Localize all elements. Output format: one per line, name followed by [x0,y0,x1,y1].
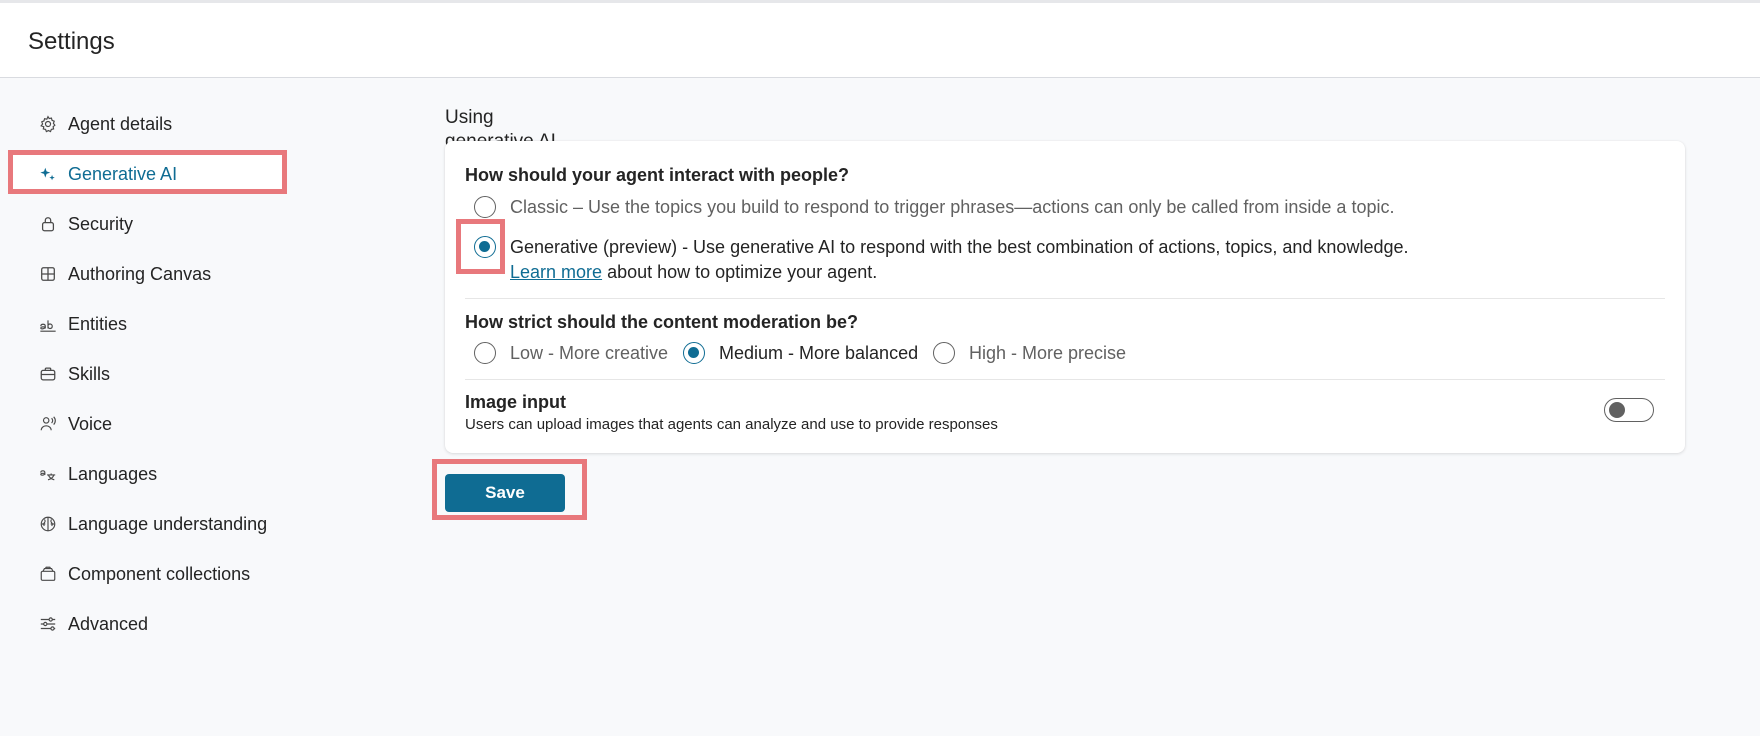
sidebar-item-agent-details[interactable]: Agent details [12,104,284,144]
learn-more-suffix: about how to optimize your agent. [602,262,878,282]
briefcase-icon [38,364,58,384]
sidebar-item-entities[interactable]: Entities [12,304,284,344]
sidebar-item-skills[interactable]: Skills [12,354,284,394]
settings-page: Settings Agent details Generative AI Sec… [0,0,1760,736]
sparkle-icon [38,164,58,184]
voice-icon [38,414,58,434]
gear-icon [38,114,58,134]
image-input-toggle[interactable] [1604,398,1654,422]
sidebar-item-advanced[interactable]: Advanced [12,604,284,644]
option-medium-label: Medium - More balanced [719,343,919,363]
generative-ai-card: How should your agent interact with peop… [445,141,1685,453]
radio-generative[interactable] [474,236,496,258]
page-title: Settings [28,28,115,55]
moderation-question: How strict should the content moderation… [465,312,859,332]
image-input-title: Image input [465,392,567,412]
sidebar-item-label: Entities [68,314,128,334]
sidebar-item-label: Skills [68,364,111,384]
learn-more-link[interactable]: Learn more [510,262,602,282]
radio-medium[interactable] [683,342,705,364]
sidebar-item-security[interactable]: Security [12,204,284,244]
sidebar-item-voice[interactable]: Voice [12,404,284,444]
learn-more-line: Learn more about how to optimize your ag… [510,261,877,283]
brain-icon [38,514,58,534]
page-header: Settings [0,3,1760,78]
collection-icon [38,564,58,584]
sidebar-item-authoring-canvas[interactable]: Authoring Canvas [12,254,284,294]
radio-low[interactable] [474,342,496,364]
translate-icon [38,464,58,484]
sidebar-item-label: Advanced [68,614,149,634]
radio-high[interactable] [933,342,955,364]
sidebar-item-label: Languages [68,464,158,484]
option-low-label: Low - More creative [510,343,669,363]
option-generative-label: Generative (preview) - Use generative AI… [510,237,1409,257]
sliders-icon [38,614,58,634]
divider [465,379,1665,380]
text-ab-icon [38,314,58,334]
sidebar-item-label: Component collections [68,564,251,584]
sidebar-item-label: Agent details [68,114,173,134]
divider [465,298,1665,299]
sidebar-item-label: Language understanding [68,514,268,534]
interaction-question: How should your agent interact with peop… [465,165,850,185]
sidebar-item-label: Voice [68,414,113,434]
sidebar-item-label: Security [68,214,134,234]
sidebar-item-label: Authoring Canvas [68,264,212,284]
image-input-description: Users can upload images that agents can … [465,416,998,433]
sidebar-item-language-understanding[interactable]: Language understanding [12,504,284,544]
sidebar-item-component-collections[interactable]: Component collections [12,554,284,594]
lock-icon [38,214,58,234]
toggle-knob [1609,402,1625,418]
sidebar: Agent details Generative AI Security Aut… [0,78,420,736]
option-high-label: High - More precise [969,343,1127,363]
grid-icon [38,264,58,284]
save-button[interactable]: Save [445,474,565,512]
radio-classic[interactable] [474,196,496,218]
option-classic-label: Classic – Use the topics you build to re… [510,197,1395,217]
sidebar-item-languages[interactable]: Languages [12,454,284,494]
sidebar-item-label: Generative AI [68,164,178,184]
sidebar-item-generative-ai[interactable]: Generative AI [12,154,284,194]
